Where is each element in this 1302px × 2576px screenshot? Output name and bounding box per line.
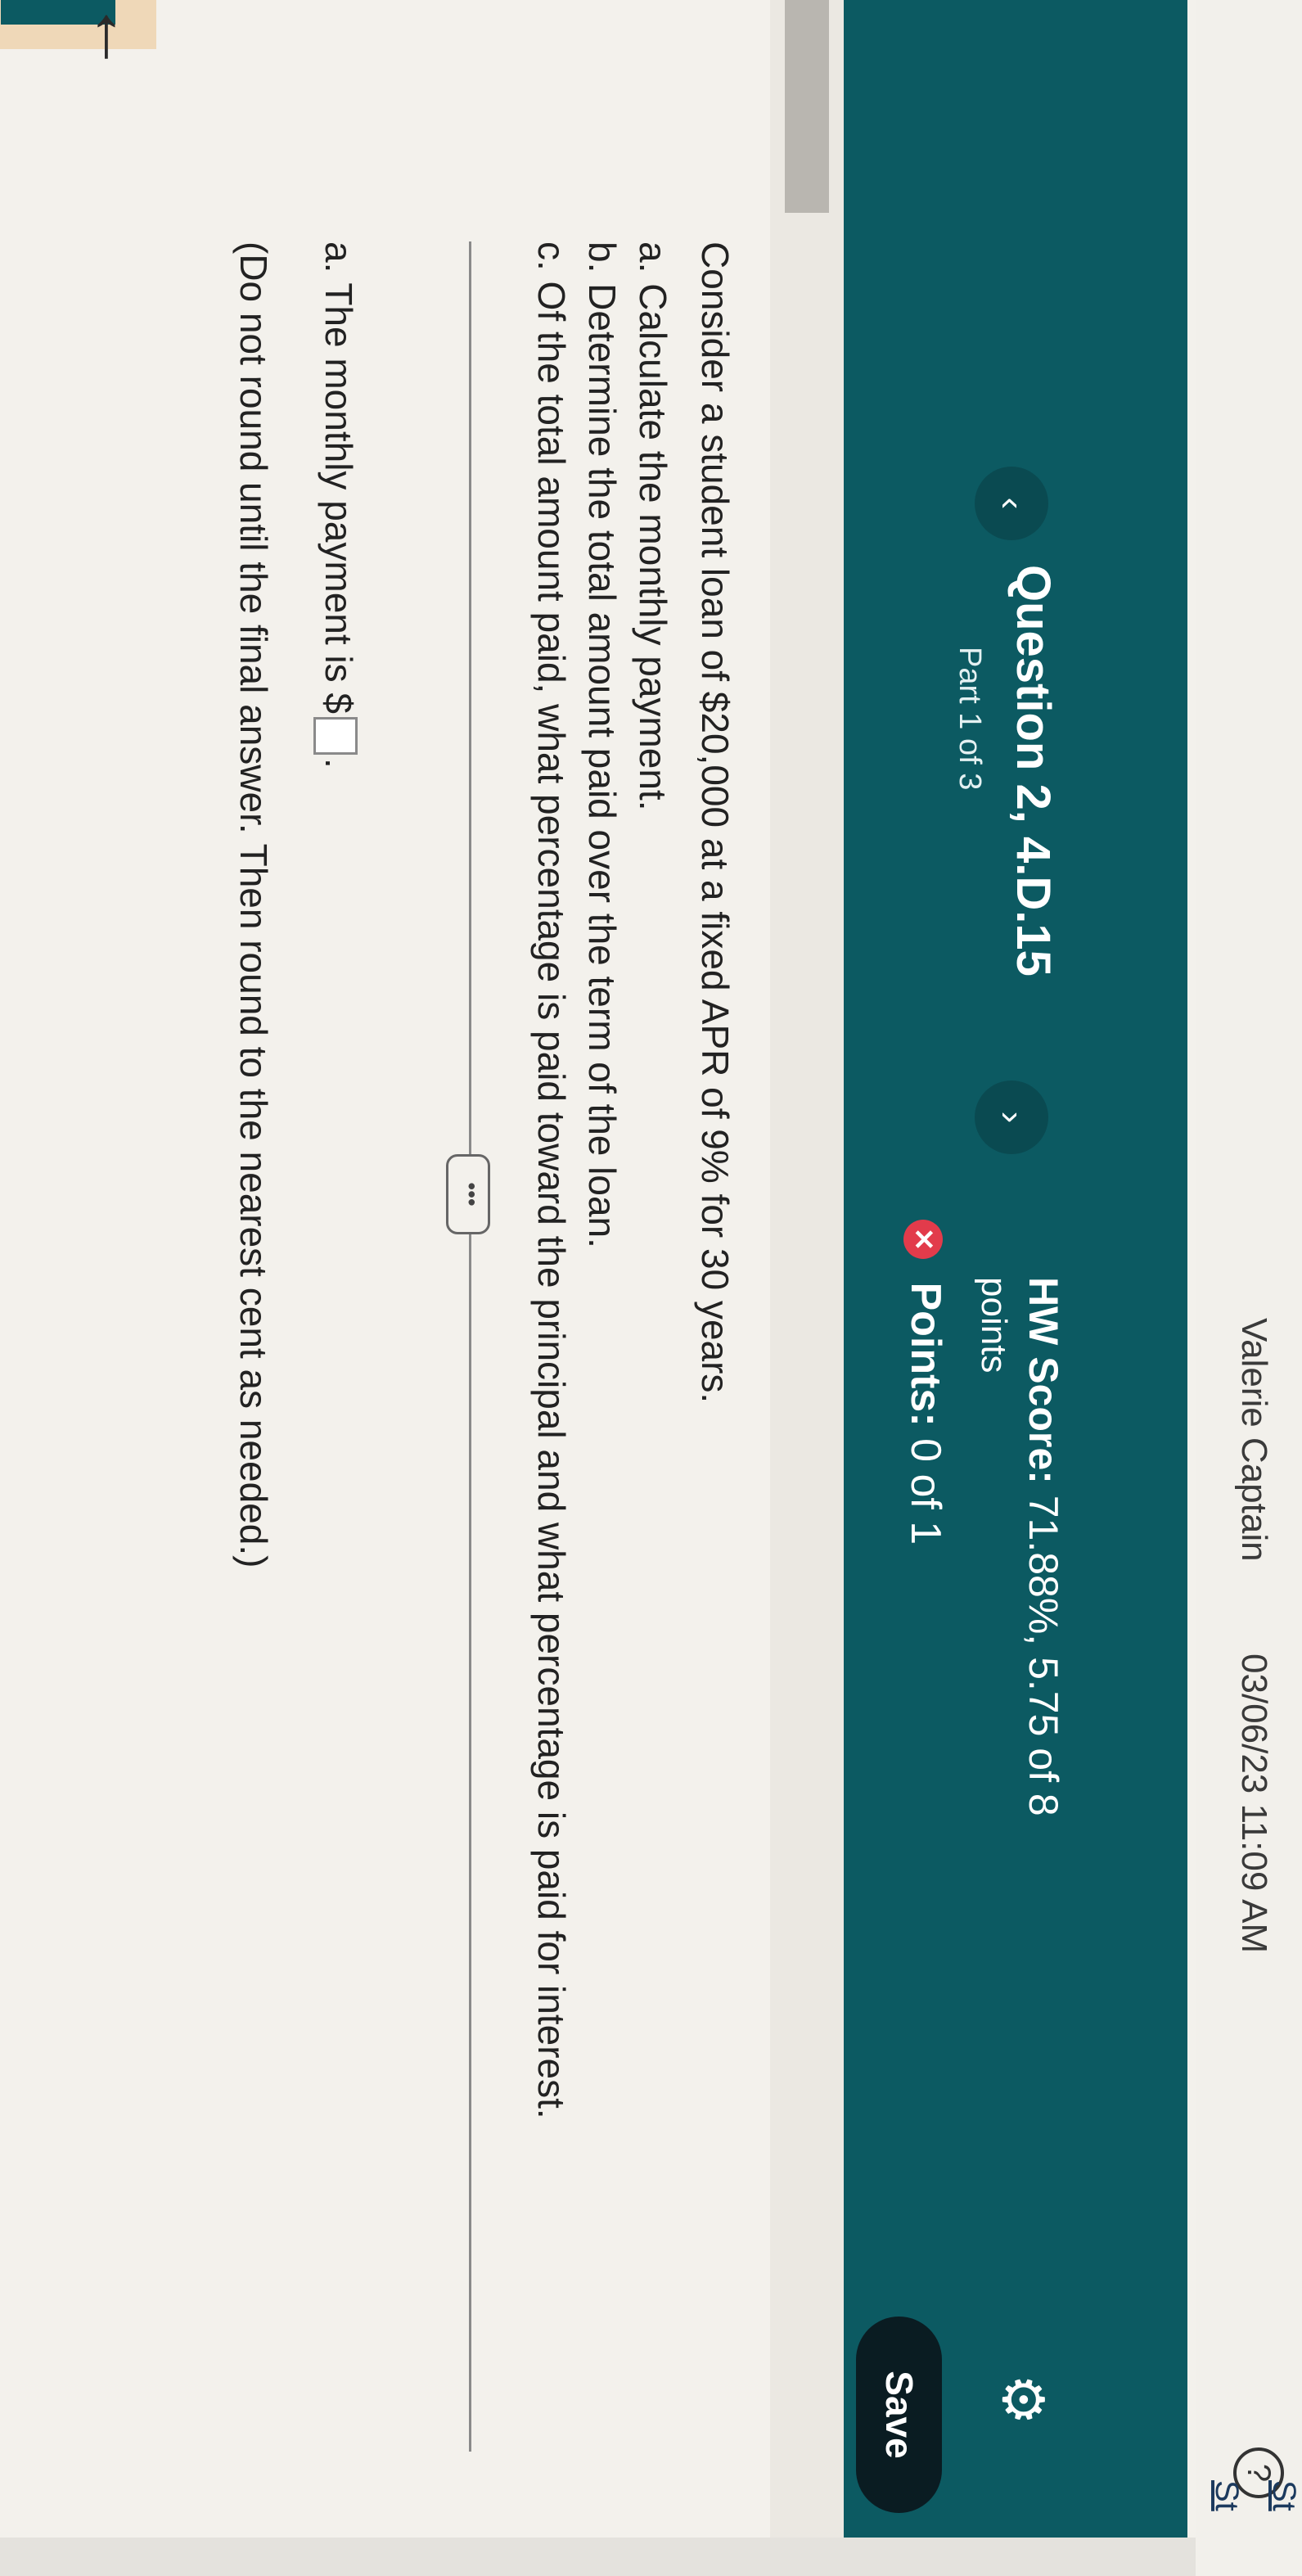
question-intro: Consider a student loan of $20,000 at a … [694,241,737,1404]
question-points: ✕ Points: 0 of 1 [901,1220,950,1545]
edge-link-bottom[interactable]: St [1208,2480,1245,2511]
homework-screen: Valerie Captain 03/06/23 11:09 AM ? ‹ Qu… [0,0,1302,2576]
previous-question-button[interactable]: ‹ [975,467,1048,540]
monthly-payment-input[interactable] [313,717,358,755]
user-name: Valerie Captain [1234,1318,1274,1562]
incorrect-icon: ✕ [903,1220,943,1259]
points-value: 0 of 1 [902,1438,949,1545]
hw-score-label: HW Score: [1020,1277,1066,1484]
top-bar: Valerie Captain 03/06/23 11:09 AM ? [1196,0,1302,2576]
part-indicator: Part 1 of 3 [953,647,987,791]
gear-icon[interactable]: ⚙ [989,2374,1056,2425]
hw-score-unit: points [974,1277,1014,1374]
question-text: Consider a student loan of $20,000 at a … [523,241,737,2533]
right-edge-panel [0,2538,1196,2576]
points-label: Points: [902,1282,949,1427]
question-part-c: c. Of the total amount paid, what percen… [530,241,573,2119]
edge-link-top[interactable]: St [1265,2480,1302,2511]
back-arrow-icon[interactable]: ← [76,0,160,74]
question-header: ‹ Question 2, 4.D.15 Part 1 of 3 › HW Sc… [844,0,1187,2576]
question-part-a: a. Calculate the monthly payment. [632,241,674,811]
answer-line: a. The monthly payment is $. [313,241,361,2452]
answer-period: . [318,758,360,769]
section-divider [469,241,471,2452]
question-part-b: b. Determine the total amount paid over … [581,241,624,1248]
expand-more-button[interactable]: ••• [446,1154,490,1234]
scrollbar-thumb[interactable] [785,0,829,213]
photo-stage: Valerie Captain 03/06/23 11:09 AM ? ‹ Qu… [0,0,1302,2576]
rounding-instruction: (Do not round until the final answer. Th… [232,241,276,1568]
answer-prompt: a. The monthly payment is $ [318,241,360,714]
next-question-button[interactable]: › [975,1080,1048,1154]
scroll-strip [770,0,844,2576]
answer-area: a. The monthly payment is $. (Do not rou… [194,241,361,2452]
save-button[interactable]: Save [856,2317,942,2513]
hw-score: HW Score: 71.88%, 5.75 of 8 [1018,1277,1069,2096]
date-time: 03/06/23 11:09 AM [1234,1653,1274,1954]
question-title: Question 2, 4.D.15 [1007,565,1060,977]
hw-score-value: 71.88%, 5.75 of 8 [1020,1495,1066,1816]
